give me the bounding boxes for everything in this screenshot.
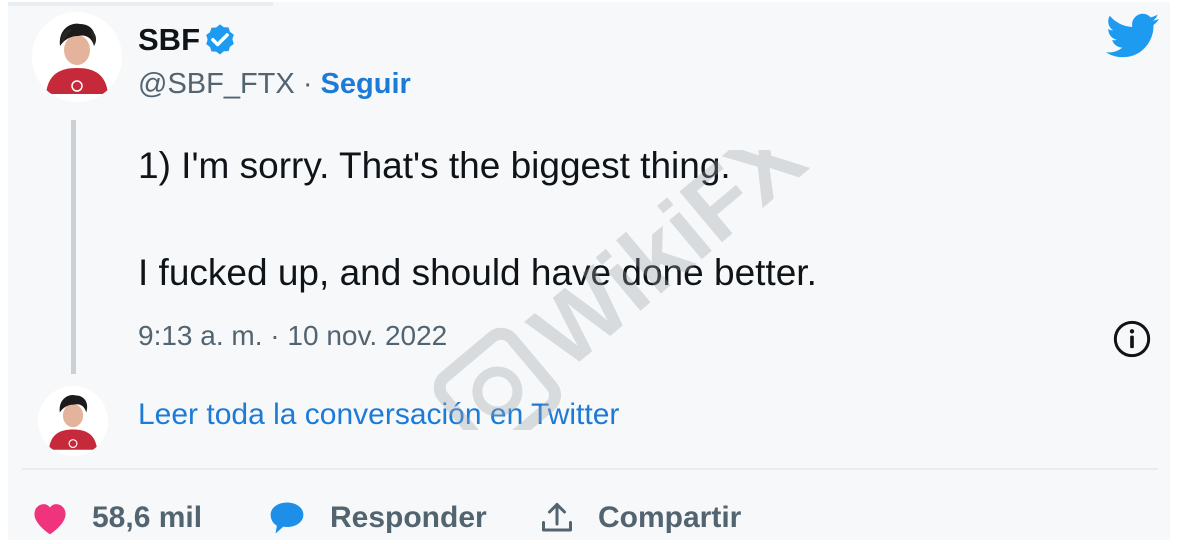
divider xyxy=(22,468,1158,470)
thread-connector xyxy=(71,120,76,374)
author-handle[interactable]: @SBF_FTX xyxy=(138,68,295,100)
twitter-bird-icon[interactable] xyxy=(1106,12,1160,60)
tweet-timestamp[interactable]: 9:13 a. m. · 10 nov. 2022 xyxy=(138,320,447,352)
tweet-text-line-2: I fucked up, and should have done better… xyxy=(138,252,817,293)
handle-separator: · xyxy=(302,68,313,100)
info-icon[interactable] xyxy=(1112,319,1152,359)
tweet-text-line-1: 1) I'm sorry. That's the biggest thing. xyxy=(138,145,731,186)
share-button[interactable]: Compartir xyxy=(538,498,741,538)
handle-row: @SBF_FTX · Seguir xyxy=(138,68,411,101)
author-avatar[interactable] xyxy=(32,12,122,102)
conversation-avatar[interactable] xyxy=(38,386,108,456)
verified-badge-icon xyxy=(206,24,234,55)
share-label: Compartir xyxy=(598,501,742,534)
heart-icon xyxy=(34,504,66,535)
reply-label: Responder xyxy=(330,501,487,534)
author-name[interactable]: SBF xyxy=(138,22,200,58)
like-button[interactable]: 58,6 mil xyxy=(30,498,202,538)
share-upload-icon xyxy=(542,503,572,532)
like-count: 58,6 mil xyxy=(92,501,203,534)
tweet-card: SBF @SBF_FTX · Seguir 1) I'm sorry. That… xyxy=(8,2,1170,540)
top-accent-line xyxy=(8,2,273,6)
follow-button[interactable]: Seguir xyxy=(321,68,411,100)
speech-bubble-icon xyxy=(270,502,304,534)
read-conversation-link[interactable]: Leer toda la conversación en Twitter xyxy=(138,398,619,432)
reply-button[interactable]: Responder xyxy=(266,498,487,538)
